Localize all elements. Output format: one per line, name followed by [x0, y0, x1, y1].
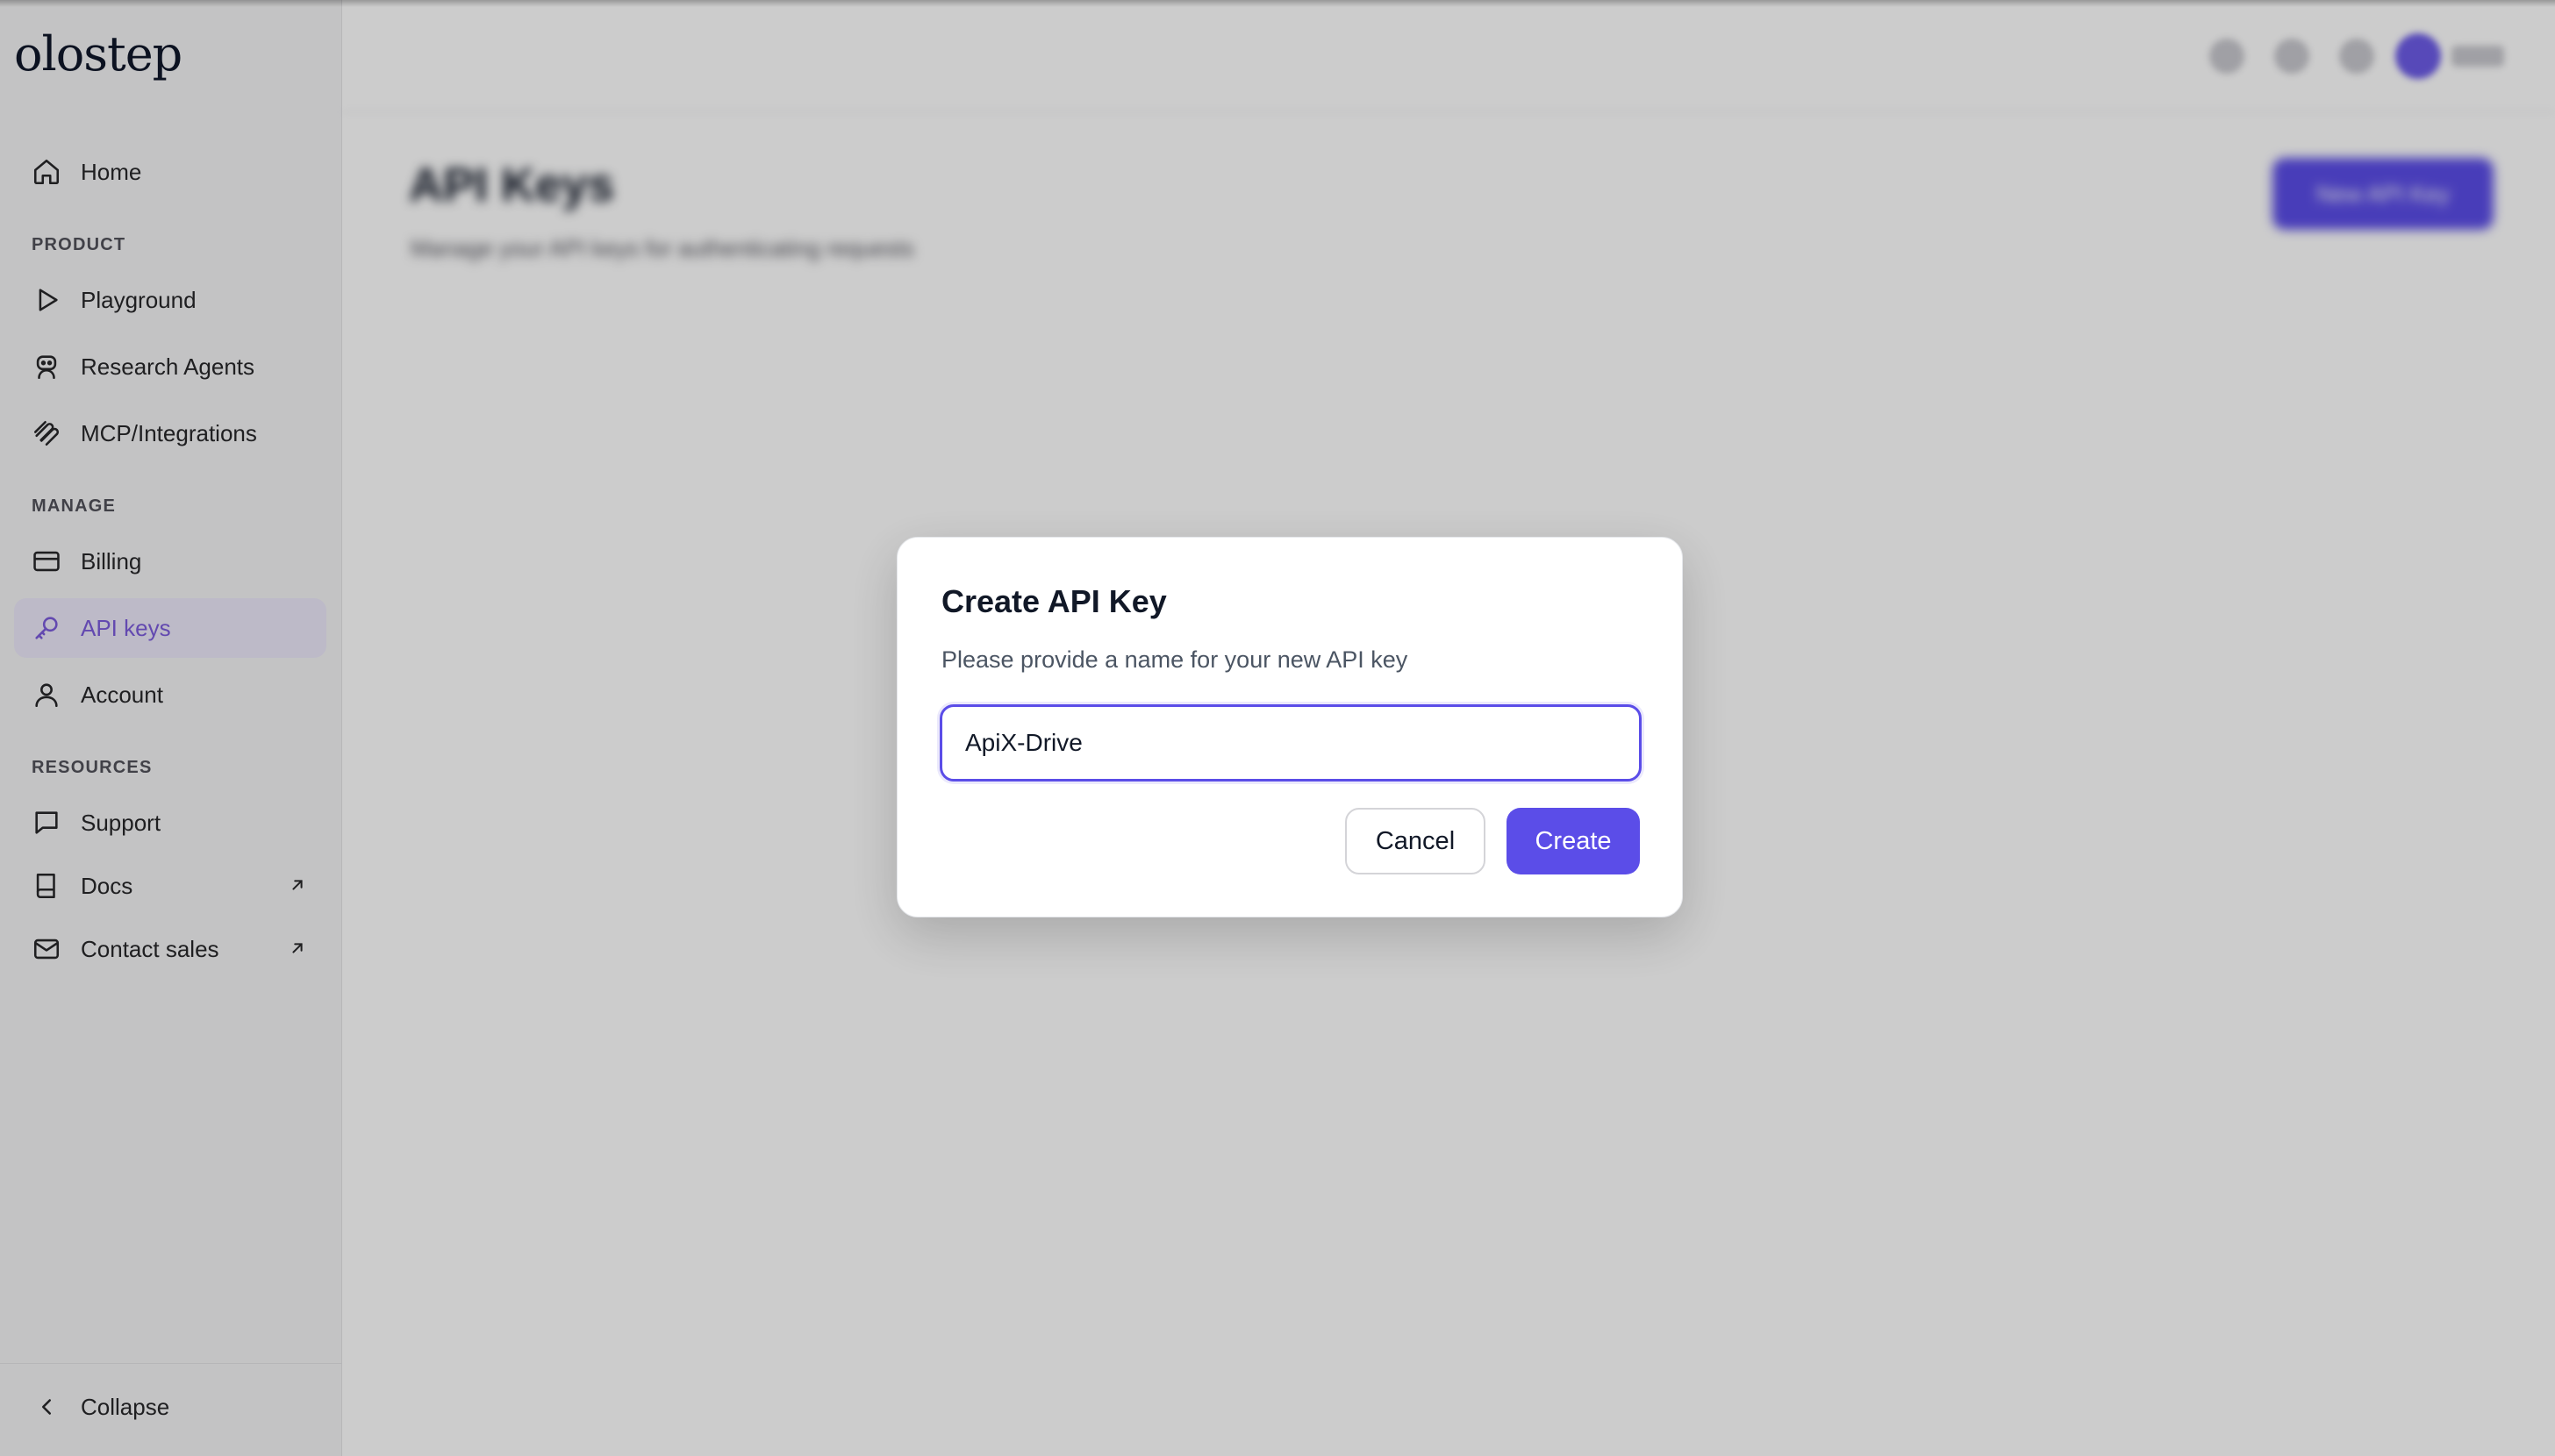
dialog-description: Please provide a name for your new API k… [941, 646, 1408, 673]
api-key-name-input[interactable] [940, 704, 1642, 782]
cancel-button[interactable]: Cancel [1345, 808, 1485, 874]
create-api-key-dialog: Create API Key Please provide a name for… [897, 537, 1683, 917]
app-window: olostep Home PRODUCT Playground Research… [0, 0, 2555, 1456]
create-button[interactable]: Create [1507, 808, 1640, 874]
overlay-top-shade [0, 0, 2555, 7]
dialog-title: Create API Key [941, 583, 1167, 619]
